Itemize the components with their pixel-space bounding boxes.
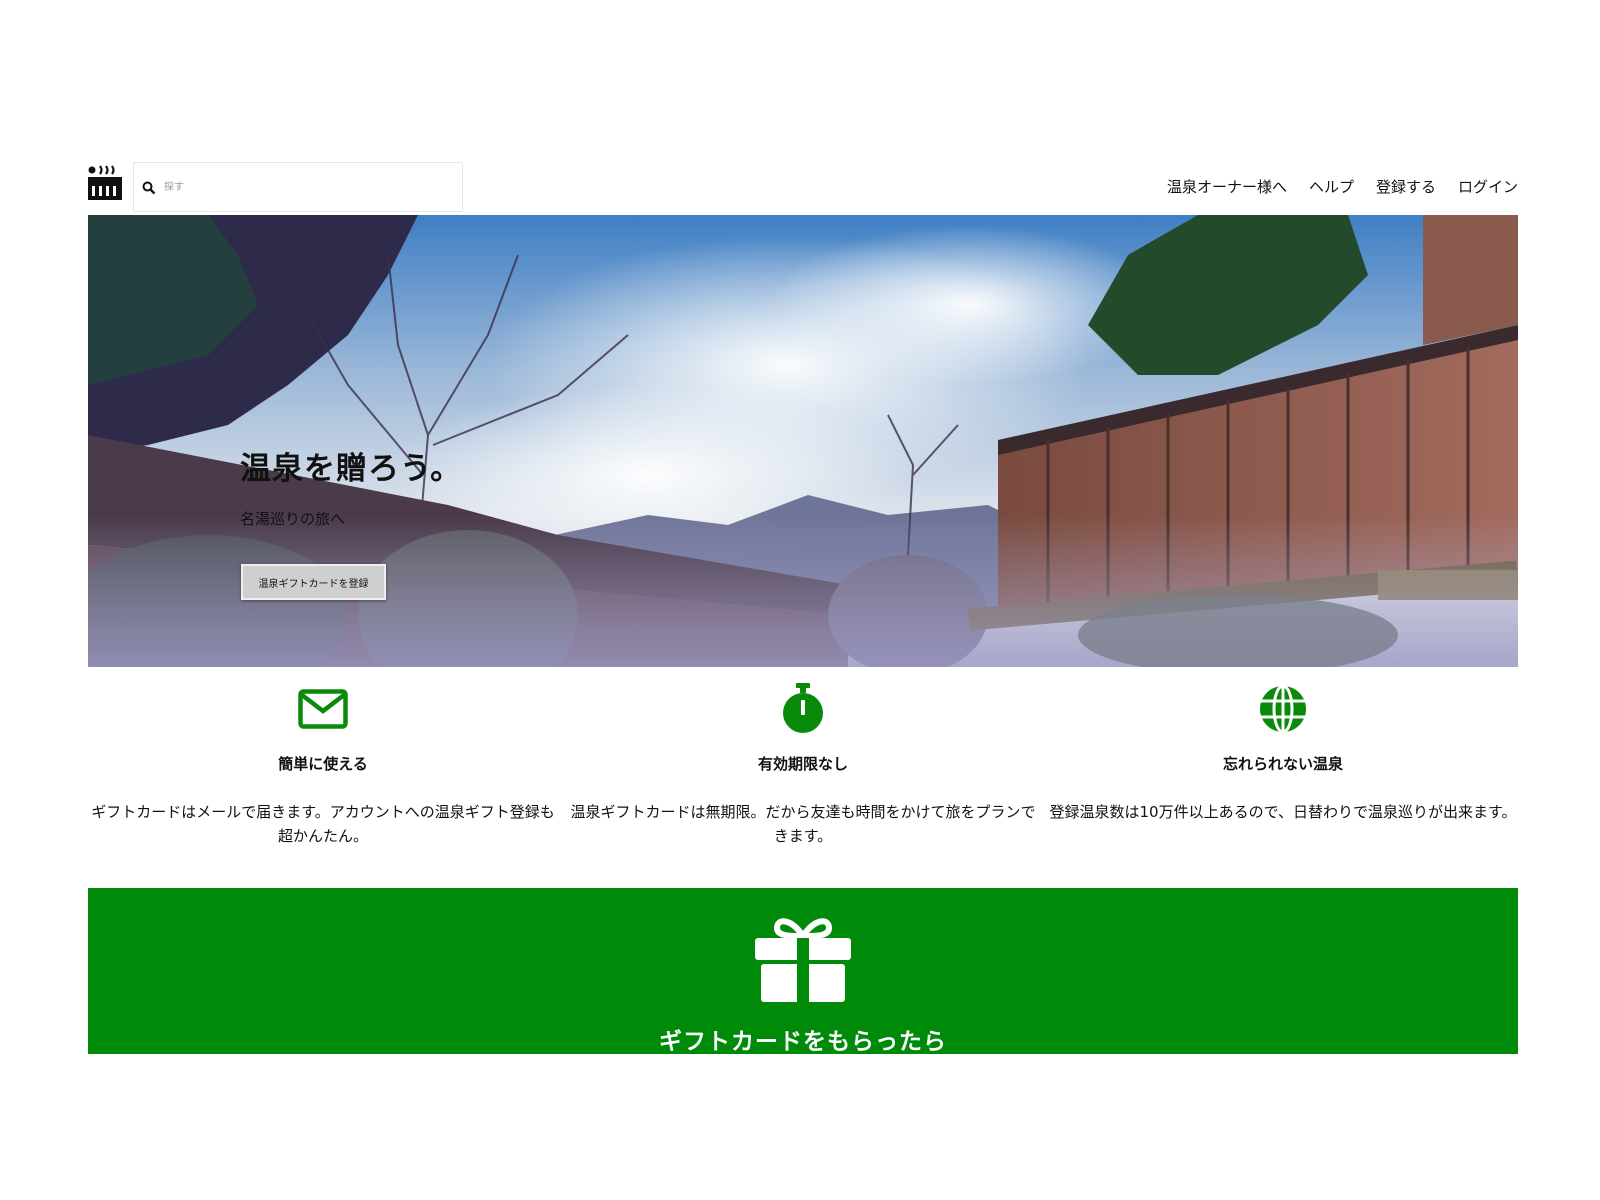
search-box[interactable] <box>133 162 463 212</box>
hero-subtitle: 名湯巡りの旅へ <box>240 510 346 528</box>
feature-text: 温泉ギフトカードは無期限。だから友達も時間をかけて旅をプランできます。 <box>570 803 1036 845</box>
feature-title: 有効期限なし <box>757 755 848 773</box>
nav-login-link[interactable]: ログイン <box>1458 176 1518 197</box>
header: 温泉オーナー様へ ヘルプ 登録する ログイン <box>88 162 1518 212</box>
stopwatch-icon <box>783 683 823 733</box>
hero-banner: 温泉を贈ろう。 名湯巡りの旅へ 温泉ギフトカードを登録 <box>88 215 1518 667</box>
search-input[interactable] <box>162 180 426 194</box>
nav-help-link[interactable]: ヘルプ <box>1309 176 1354 197</box>
features-section: 簡単に使える ギフトカードはメールで届きます。アカウントへの温泉ギフト登録も超か… <box>88 683 1518 863</box>
feature-title: 忘れられない温泉 <box>1222 755 1343 773</box>
feature-unforgettable: 忘れられない温泉 登録温泉数は10万件以上あるので、日替わりで温泉巡りが出来ます… <box>1048 683 1518 824</box>
feature-title: 簡単に使える <box>278 755 368 773</box>
feature-easy: 簡単に使える ギフトカードはメールで届きます。アカウントへの温泉ギフト登録も超か… <box>88 683 558 848</box>
feature-text: 登録温泉数は10万件以上あるので、日替わりで温泉巡りが出来ます。 <box>1049 803 1517 821</box>
search-icon <box>142 180 156 195</box>
nav-register-link[interactable]: 登録する <box>1376 176 1436 197</box>
register-giftcard-button[interactable]: 温泉ギフトカードを登録 <box>241 564 386 600</box>
feature-no-expiry: 有効期限なし 温泉ギフトカードは無期限。だから友達も時間をかけて旅をプランできま… <box>568 683 1038 848</box>
globe-icon <box>1260 685 1306 733</box>
top-nav: 温泉オーナー様へ ヘルプ 登録する ログイン <box>1167 176 1518 197</box>
onsen-icon[interactable] <box>88 164 122 200</box>
feature-text: ギフトカードはメールで届きます。アカウントへの温泉ギフト登録も超かんたん。 <box>91 803 555 845</box>
gift-icon <box>755 918 851 1002</box>
hero-title: 温泉を贈ろう。 <box>240 451 463 487</box>
envelope-icon <box>298 689 348 729</box>
page: 温泉オーナー様へ ヘルプ 登録する ログイン <box>0 0 1600 1200</box>
band-title: ギフトカードをもらったら <box>659 1029 947 1054</box>
giftcard-band: ギフトカードをもらったら <box>88 888 1518 1054</box>
nav-owner-link[interactable]: 温泉オーナー様へ <box>1167 176 1287 197</box>
